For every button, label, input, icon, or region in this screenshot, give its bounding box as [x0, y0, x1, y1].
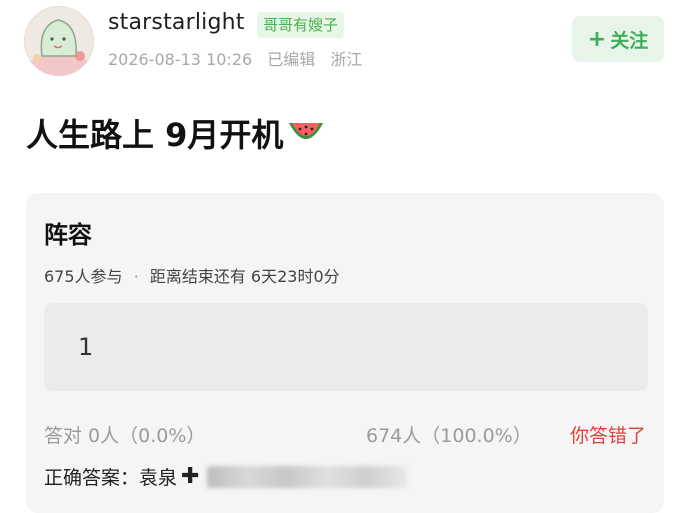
correct-answer-value: 袁泉	[139, 467, 178, 489]
redacted-text	[207, 465, 408, 488]
follow-button[interactable]: + 关注	[572, 16, 664, 62]
username[interactable]: starstarlight	[108, 10, 245, 35]
wrong-count: 674人（100.0%）	[366, 425, 532, 447]
avatar-image	[29, 19, 89, 76]
post-date: 2026-08-13 10:26	[108, 50, 253, 69]
avatar[interactable]	[24, 6, 94, 76]
post-header: starstarlight 哥哥有嫂子 2026-08-13 10:26 已编辑…	[0, 0, 690, 90]
poll-option-text: 1	[78, 333, 94, 361]
time-remaining: 距离结束还有 6天23时0分	[149, 267, 340, 286]
location-label: 浙江	[330, 50, 363, 69]
plus-icon: +	[587, 26, 607, 52]
poll-card: 阵容 675人参与 · 距离结束还有 6天23时0分 1 答对 0人（0.0%）…	[26, 193, 664, 513]
post-title: 人生路上 9月开机	[26, 110, 325, 156]
poll-stats: 675人参与 · 距离结束还有 6天23时0分	[44, 263, 340, 287]
post-title-text: 人生路上 9月开机	[26, 116, 284, 154]
wrong-answer-label: 你答错了	[569, 425, 646, 447]
plus-icon: ✚	[181, 464, 200, 489]
poll-title: 阵容	[44, 221, 92, 249]
correct-answer-row: 正确答案： 袁泉 ✚	[44, 463, 408, 490]
result-row: 答对 0人（0.0%） 674人（100.0%） 你答错了	[44, 421, 648, 447]
post-meta: 2026-08-13 10:26 已编辑 浙江	[108, 46, 372, 70]
separator-dot: ·	[133, 267, 139, 286]
user-badge: 哥哥有嫂子	[257, 12, 345, 38]
edited-label: 已编辑	[267, 50, 316, 69]
participant-count: 675人参与	[44, 267, 123, 286]
correct-count: 答对 0人（0.0%）	[44, 425, 206, 447]
poll-option[interactable]: 1	[44, 303, 648, 391]
follow-label: 关注	[610, 29, 649, 52]
correct-answer-label: 正确答案：	[44, 467, 140, 489]
watermelon-icon	[289, 123, 324, 139]
